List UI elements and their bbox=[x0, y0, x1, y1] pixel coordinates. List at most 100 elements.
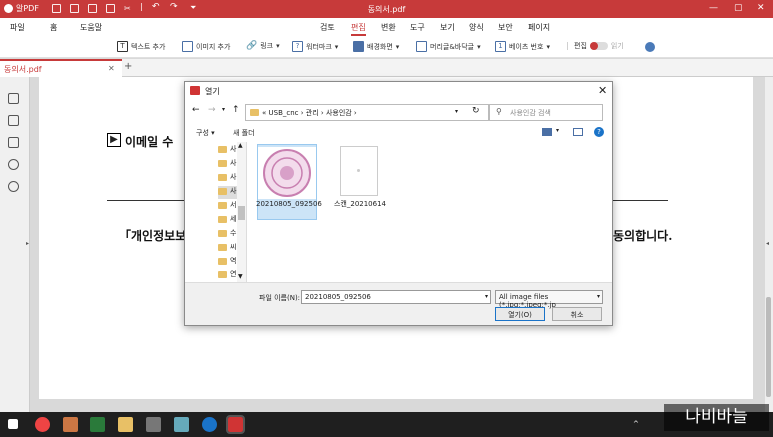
chrome-icon[interactable] bbox=[35, 417, 50, 432]
file-name: 20210805_092506 bbox=[256, 200, 322, 208]
minimize-icon[interactable]: — bbox=[709, 3, 718, 13]
organize-button[interactable]: 구성 ▾ bbox=[196, 128, 215, 138]
edit-mode-toggle[interactable]: 편집 읽기 bbox=[574, 41, 624, 51]
menu-file[interactable]: 파일 bbox=[10, 22, 25, 33]
nav-folder-label: 역 bbox=[230, 257, 237, 265]
document-title: 동의서.pdf bbox=[367, 5, 406, 14]
header-footer-button[interactable]: 머리글&바닥글 ▾ bbox=[416, 41, 481, 52]
thumbnail-panel-icon[interactable] bbox=[8, 93, 19, 104]
chevron-down-icon: ▾ bbox=[276, 42, 280, 50]
recent-locations-icon[interactable]: ▾ bbox=[222, 106, 225, 113]
help-icon[interactable]: ? bbox=[594, 127, 604, 137]
address-segment-manage[interactable]: 관리 bbox=[306, 109, 319, 117]
app-icon[interactable] bbox=[146, 417, 161, 432]
add-image-button[interactable]: 이미지 추가 bbox=[182, 41, 230, 52]
search-input[interactable]: ⚲ 사용인감 검색 bbox=[489, 104, 603, 121]
menu-review[interactable]: 검토 bbox=[320, 22, 335, 33]
preview-pane-icon[interactable] bbox=[573, 128, 583, 136]
attachment-icon[interactable] bbox=[8, 159, 19, 170]
chevron-left-icon[interactable]: ◂ bbox=[766, 240, 769, 247]
back-arrow-icon[interactable]: ← bbox=[192, 105, 200, 115]
menu-convert[interactable]: 변환 bbox=[381, 22, 396, 33]
bookmark-panel-icon[interactable] bbox=[8, 115, 19, 126]
tray-expand-icon[interactable]: ^ bbox=[633, 420, 639, 428]
folder-icon bbox=[218, 257, 227, 265]
dialog-footer: 파일 이름(N): 20210805_092506 ▾ All image fi… bbox=[185, 282, 612, 325]
edit-mode-label: 편집 bbox=[574, 42, 587, 50]
comment-panel-icon[interactable] bbox=[8, 137, 19, 148]
nav-scrollbar[interactable]: ▲ ▼ bbox=[237, 142, 246, 282]
up-arrow-icon[interactable]: ↑ bbox=[232, 105, 240, 115]
new-tab-icon[interactable]: + bbox=[124, 61, 132, 72]
title-bar: 알PDF ✂ | ↶ ↷ ⏷ 동의서.pdf — ▢ ✕ bbox=[0, 0, 773, 18]
watermark-icon: ? bbox=[292, 41, 303, 52]
edge-icon[interactable] bbox=[202, 417, 217, 432]
excel-icon[interactable] bbox=[90, 417, 105, 432]
file-item[interactable]: 스캔_20210614 bbox=[330, 144, 390, 220]
panel-expand-icon[interactable]: ▸ bbox=[26, 240, 29, 247]
link-icon: 🔗 bbox=[246, 41, 258, 51]
link-button[interactable]: 🔗 링크 ▾ bbox=[246, 41, 280, 51]
scroll-down-icon[interactable]: ▼ bbox=[238, 273, 243, 280]
image-dot-icon bbox=[357, 169, 360, 172]
menu-help[interactable]: 도움말 bbox=[80, 22, 102, 33]
view-options-icon[interactable] bbox=[542, 128, 552, 136]
dialog-close-icon[interactable]: ✕ bbox=[598, 84, 607, 97]
tab-label: 동의서.pdf bbox=[4, 65, 42, 74]
folder-icon bbox=[218, 159, 227, 167]
alpdf-taskbar-icon[interactable] bbox=[226, 415, 245, 434]
open-button[interactable]: 열기(O) bbox=[495, 307, 545, 321]
scroll-thumb[interactable] bbox=[766, 297, 771, 397]
add-text-button[interactable]: T 텍스트 추가 bbox=[117, 41, 165, 52]
start-icon[interactable] bbox=[8, 419, 18, 429]
background-button[interactable]: 배경화면 ▾ bbox=[353, 41, 399, 52]
menu-form[interactable]: 양식 bbox=[469, 22, 484, 33]
file-explorer-icon[interactable] bbox=[118, 417, 133, 432]
menu-edit[interactable]: 편집 bbox=[351, 22, 366, 36]
chevron-down-icon[interactable]: ▾ bbox=[455, 108, 458, 115]
link-label: 링크 bbox=[260, 42, 274, 50]
file-item-selected[interactable]: 20210805_092506 bbox=[256, 144, 322, 220]
watermark-button[interactable]: ? 워터마크 ▾ bbox=[292, 41, 338, 52]
address-segment-seal[interactable]: 사용인감 bbox=[326, 109, 352, 117]
seal-image-thumbnail bbox=[258, 147, 316, 199]
app-icon[interactable] bbox=[174, 417, 189, 432]
filename-label: 파일 이름(N): bbox=[259, 294, 301, 302]
cancel-button[interactable]: 취소 bbox=[552, 307, 602, 321]
tab-close-icon[interactable]: ✕ bbox=[108, 64, 115, 73]
bates-number-button[interactable]: 1 베이츠 번호 ▾ bbox=[495, 41, 550, 52]
app-icon[interactable] bbox=[63, 417, 78, 432]
background-label: 배경화면 bbox=[367, 42, 393, 51]
menu-home[interactable]: 홈 bbox=[50, 22, 57, 33]
divider: | bbox=[566, 41, 569, 50]
folder-icon bbox=[218, 243, 227, 251]
open-file-dialog: 열기 ✕ ← → ▾ ↑ « USB_cnc › 관리 › 사용인감 › ▾ ↻… bbox=[184, 81, 613, 326]
filename-input[interactable]: 20210805_092506 ▾ bbox=[301, 290, 491, 304]
chevron-down-icon[interactable]: ▾ bbox=[556, 127, 559, 134]
forward-arrow-icon[interactable]: → bbox=[208, 105, 216, 115]
address-bar[interactable]: « USB_cnc › 관리 › 사용인감 › ▾ ↻ bbox=[245, 104, 489, 121]
tab-document[interactable]: 동의서.pdf ✕ bbox=[0, 59, 122, 77]
filetype-select[interactable]: All image files (*.jpg;*.jpeg;*.jp ▾ bbox=[495, 290, 603, 309]
menu-page[interactable]: 페이지 bbox=[528, 22, 550, 33]
new-folder-button[interactable]: 새 폴더 bbox=[233, 128, 255, 138]
maximize-icon[interactable]: ▢ bbox=[734, 3, 743, 13]
scroll-up-icon[interactable]: ▲ bbox=[238, 142, 243, 149]
chevron-down-icon[interactable]: ▾ bbox=[485, 293, 488, 300]
close-icon[interactable]: ✕ bbox=[757, 3, 765, 13]
settings-gear-icon[interactable] bbox=[645, 42, 655, 52]
email-heading: 이메일 수 bbox=[125, 135, 174, 149]
search-icon[interactable] bbox=[8, 181, 19, 192]
consent-text-end: 동의합니다. bbox=[613, 229, 673, 243]
refresh-icon[interactable]: ↻ bbox=[472, 106, 480, 116]
address-segment-usb[interactable]: USB_cnc bbox=[269, 109, 299, 117]
scroll-thumb[interactable] bbox=[238, 206, 245, 220]
address-overflow[interactable]: « bbox=[262, 109, 266, 117]
chevron-down-icon[interactable]: ▾ bbox=[597, 293, 600, 300]
menu-view[interactable]: 보기 bbox=[440, 22, 455, 33]
vertical-scrollbar[interactable]: ◂ bbox=[765, 77, 773, 412]
nav-folder-label: 사 bbox=[230, 187, 237, 195]
scan-image-thumbnail bbox=[340, 146, 378, 196]
menu-tools[interactable]: 도구 bbox=[410, 22, 425, 33]
menu-security[interactable]: 보안 bbox=[498, 22, 513, 33]
